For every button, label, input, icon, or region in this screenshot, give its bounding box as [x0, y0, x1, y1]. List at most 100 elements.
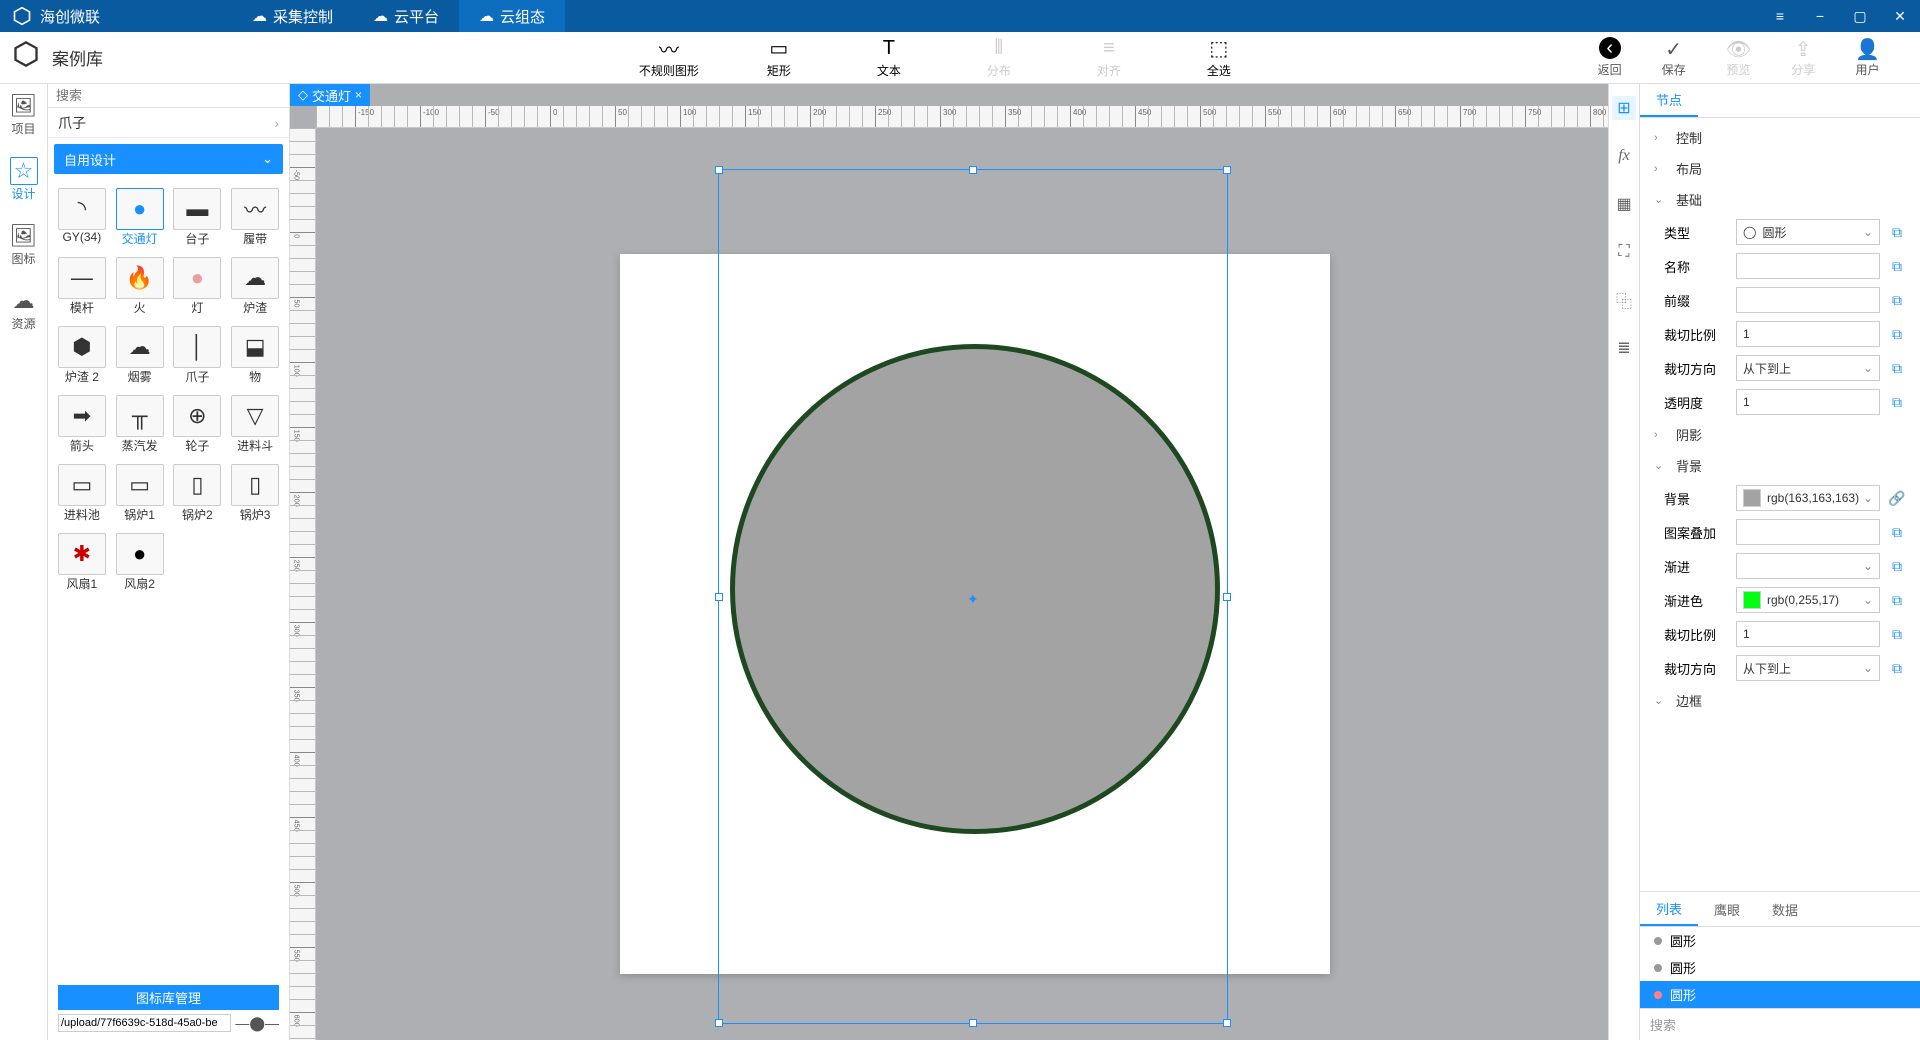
lib-item-烟雾[interactable]: ☁烟雾	[112, 322, 168, 389]
lib-item-灯[interactable]: ●灯	[170, 253, 226, 320]
link-icon[interactable]: 🔗	[1888, 490, 1906, 507]
prefix-input[interactable]	[1736, 287, 1880, 313]
toolstrip-formula[interactable]: fx	[1612, 144, 1636, 168]
close-tab-icon[interactable]: ×	[355, 88, 362, 102]
section-layout[interactable]: ›布局	[1640, 153, 1920, 184]
prop-tab-node[interactable]: 节点	[1640, 84, 1698, 117]
toolstrip-fullscreen[interactable]: ⛶	[1612, 240, 1636, 264]
toolstrip-table[interactable]: ▦	[1612, 192, 1636, 216]
opacity-input[interactable]: 1	[1736, 389, 1880, 415]
handle-mr[interactable]	[1223, 593, 1231, 601]
list-search[interactable]: 搜索	[1640, 1008, 1920, 1040]
close-button[interactable]: ✕	[1880, 0, 1920, 32]
clipdir-select[interactable]: 从下到上	[1736, 355, 1880, 381]
toolstrip-list[interactable]: ≣	[1612, 336, 1636, 360]
lib-item-炉渣[interactable]: ☁炉渣	[227, 253, 283, 320]
handle-ml[interactable]	[715, 593, 723, 601]
library-search-input[interactable]	[48, 84, 289, 107]
link-icon[interactable]: ⧉	[1888, 660, 1906, 677]
menu-云组态[interactable]: ☁云组态	[459, 0, 565, 32]
link-icon[interactable]: ⧉	[1888, 394, 1906, 411]
handle-tm[interactable]	[969, 166, 977, 174]
tool-不规则图形[interactable]: 〰不规则图形	[639, 36, 699, 79]
section-border[interactable]: ⌄边框	[1640, 685, 1920, 716]
lib-item-物[interactable]: ⬓物	[227, 322, 283, 389]
section-basic[interactable]: ⌄基础	[1640, 184, 1920, 215]
handle-bm[interactable]	[969, 1019, 977, 1027]
lib-item-锅炉1[interactable]: ▭锅炉1	[112, 460, 168, 527]
handle-tr[interactable]	[1223, 166, 1231, 174]
link-icon[interactable]: ⧉	[1888, 592, 1906, 609]
menu-icon[interactable]: ≡	[1760, 0, 1800, 32]
gradient-select[interactable]	[1736, 553, 1880, 579]
lib-item-GY(34)[interactable]: ◝GY(34)	[54, 184, 110, 251]
section-shadow[interactable]: ›阴影	[1640, 419, 1920, 450]
bg-color-select[interactable]: rgb(163,163,163)	[1736, 485, 1880, 511]
type-select[interactable]: ◯圆形	[1736, 219, 1880, 245]
lib-item-爪子[interactable]: │爪子	[170, 322, 226, 389]
pattern-input[interactable]	[1736, 519, 1880, 545]
gradient-color-select[interactable]: rgb(0,255,17)	[1736, 587, 1880, 613]
lib-item-锅炉2[interactable]: ▯锅炉2	[170, 460, 226, 527]
lib-item-交通灯[interactable]: ●交通灯	[112, 184, 168, 251]
lib-item-台子[interactable]: ▬台子	[170, 184, 226, 251]
canvas-tab[interactable]: ◇ 交通灯 ×	[290, 84, 370, 106]
tool-全选[interactable]: ⬚全选	[1189, 36, 1249, 79]
link-icon[interactable]: ⧉	[1888, 224, 1906, 241]
lib-item-锅炉3[interactable]: ▯锅炉3	[227, 460, 283, 527]
section-background[interactable]: ⌄背景	[1640, 450, 1920, 481]
handle-bl[interactable]	[715, 1019, 723, 1027]
maximize-button[interactable]: ▢	[1840, 0, 1880, 32]
action-保存[interactable]: ✓保存	[1662, 37, 1686, 78]
manage-icons-button[interactable]: 图标库管理	[58, 985, 279, 1010]
lib-item-进料斗[interactable]: ▽进料斗	[227, 391, 283, 458]
subtab-数据[interactable]: 数据	[1756, 892, 1814, 926]
lib-item-履带[interactable]: 〰履带	[227, 184, 283, 251]
lib-item-模杆[interactable]: —模杆	[54, 253, 110, 320]
lib-item-进料池[interactable]: ▭进料池	[54, 460, 110, 527]
minimize-button[interactable]: −	[1800, 0, 1840, 32]
selection-box[interactable]: ✦	[718, 169, 1228, 1024]
list-item[interactable]: 圆形	[1640, 927, 1920, 954]
link-icon[interactable]: ⧉	[1888, 558, 1906, 575]
group-header[interactable]: 自用设计 ⌄	[54, 144, 283, 174]
toolstrip-grid[interactable]: ⊞	[1612, 96, 1636, 120]
handle-br[interactable]	[1223, 1019, 1231, 1027]
canvas-area[interactable]: ◇ 交通灯 × -150-100-50050100150200250300350…	[290, 84, 1608, 1040]
tool-文本[interactable]: T文本	[859, 36, 919, 79]
section-control[interactable]: ›控制	[1640, 122, 1920, 153]
lib-item-轮子[interactable]: ⊕轮子	[170, 391, 226, 458]
library-breadcrumb[interactable]: 爪子 ›	[48, 108, 289, 138]
nav-项目[interactable]: 🖼项目	[10, 92, 38, 137]
slider-icon[interactable]: —⬤—	[235, 1015, 279, 1032]
lib-item-火[interactable]: 🔥火	[112, 253, 168, 320]
action-返回[interactable]: ‹返回	[1598, 37, 1622, 78]
subtab-鹰眼[interactable]: 鹰眼	[1698, 892, 1756, 926]
link-icon[interactable]: ⧉	[1888, 258, 1906, 275]
lib-item-风扇1[interactable]: ✱风扇1	[54, 529, 110, 596]
lib-item-蒸汽发[interactable]: ╥蒸汽发	[112, 391, 168, 458]
clipdir2-select[interactable]: 从下到上	[1736, 655, 1880, 681]
asset-path-input[interactable]	[58, 1014, 231, 1032]
action-用户[interactable]: 👤用户	[1855, 37, 1880, 78]
list-item[interactable]: 圆形	[1640, 981, 1920, 1008]
list-item[interactable]: 圆形	[1640, 954, 1920, 981]
menu-采集控制[interactable]: ☁采集控制	[232, 0, 353, 32]
menu-云平台[interactable]: ☁云平台	[353, 0, 459, 32]
nav-图标[interactable]: 🖼图标	[10, 222, 38, 267]
name-input[interactable]	[1736, 253, 1880, 279]
nav-设计[interactable]: ☆设计	[10, 157, 38, 202]
link-icon[interactable]: ⧉	[1888, 360, 1906, 377]
link-icon[interactable]: ⧉	[1888, 326, 1906, 343]
nav-资源[interactable]: ☁资源	[10, 287, 38, 332]
handle-tl[interactable]	[715, 166, 723, 174]
link-icon[interactable]: ⧉	[1888, 292, 1906, 309]
subtab-列表[interactable]: 列表	[1640, 892, 1698, 926]
lib-item-炉渣 2[interactable]: ⬢炉渣 2	[54, 322, 110, 389]
clipratio2-input[interactable]: 1	[1736, 621, 1880, 647]
link-icon[interactable]: ⧉	[1888, 524, 1906, 541]
tool-矩形[interactable]: ▭矩形	[749, 36, 809, 79]
lib-item-风扇2[interactable]: ●风扇2	[112, 529, 168, 596]
link-icon[interactable]: ⧉	[1888, 626, 1906, 643]
toolstrip-layers[interactable]: ⿻	[1612, 288, 1636, 312]
